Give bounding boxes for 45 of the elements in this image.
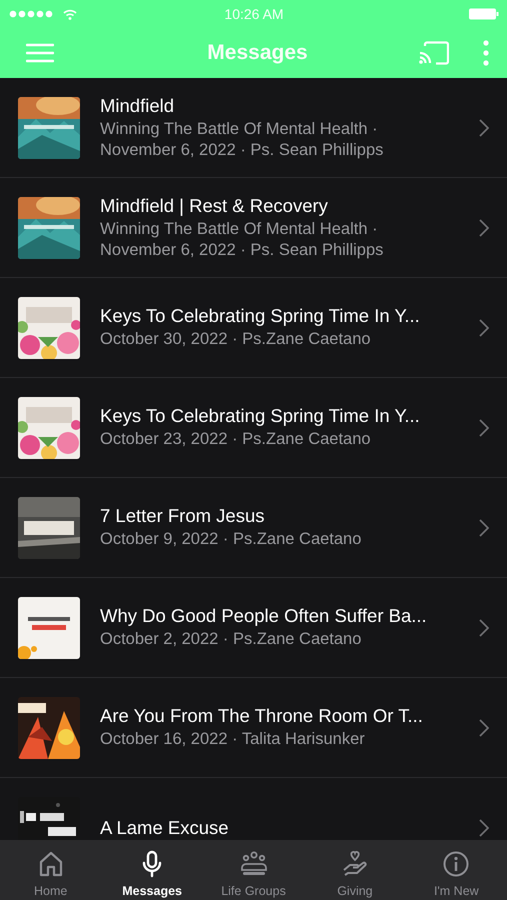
message-title: 7 Letter From Jesus <box>100 505 266 527</box>
chevron-icon <box>479 718 489 736</box>
tab-item[interactable]: I'm New <box>406 840 507 900</box>
message-row[interactable]: 7 Letter From Jesus October 9, 2022 · Ps.Zane Caetano <box>0 478 507 578</box>
hand-heart-icon <box>340 850 369 878</box>
chevron-icon <box>479 518 489 536</box>
message-title: Keys To Celebrating Spring Time In Y... <box>100 305 421 327</box>
chevron-icon <box>479 418 489 436</box>
tab-item[interactable]: Home <box>0 840 102 900</box>
message-row[interactable]: Mindfield | Rest & Recovery Winning The Battle Of Mental Health · November 6, 2022 · Ps. Sean Phillipps <box>0 178 507 278</box>
message-details: October 30, 2022 · Ps.Zane Caetano <box>100 329 372 350</box>
cast-icon <box>419 41 449 65</box>
status-time: 10:26 AM <box>224 6 284 22</box>
message-title: A Lame Excuse <box>100 816 230 838</box>
info-icon <box>442 850 470 878</box>
more-icon <box>483 40 489 66</box>
message-details: Winning The Battle Of Mental Health · November 6, 2022 · Ps. Sean Phillipps <box>100 218 384 260</box>
message-title: Mindfield <box>100 94 176 116</box>
tab-item[interactable]: Life Groups <box>202 840 304 900</box>
chevron-icon <box>479 818 489 836</box>
message-title: Are You From The Throne Room Or T... <box>100 705 424 727</box>
wifi-icon <box>63 8 77 20</box>
chevron-icon <box>479 618 489 636</box>
menu-icon <box>26 43 54 63</box>
message-title: Keys To Celebrating Spring Time In Y... <box>100 405 421 427</box>
message-row[interactable]: Keys To Celebrating Spring Time In Y... October 23, 2022 · Ps.Zane Caetano <box>0 378 507 478</box>
message-details: October 23, 2022 · Ps.Zane Caetano <box>100 429 372 450</box>
people-icon <box>240 850 268 878</box>
message-details: Winning The Battle Of Mental Health · November 6, 2022 · Ps. Sean Phillipps <box>100 118 384 160</box>
message-details: October 9, 2022 · Ps.Zane Caetano <box>100 529 362 550</box>
chevron-icon <box>479 318 489 336</box>
message-row[interactable]: Are You From The Throne Room Or T... October 16, 2022 · Talita Harisunker <box>0 678 507 778</box>
chevron-icon <box>479 218 489 236</box>
tab-item[interactable]: Giving <box>304 840 406 900</box>
tab-item[interactable]: Messages <box>101 840 203 900</box>
message-row[interactable]: Why Do Good People Often Suffer Ba... October 2, 2022 · Ps.Zane Caetano <box>0 578 507 678</box>
message-title: Mindfield | Rest & Recovery <box>100 194 329 216</box>
message-row[interactable]: Keys To Celebrating Spring Time In Y... October 30, 2022 · Ps.Zane Caetano <box>0 278 507 378</box>
message-details: October 2, 2022 · Ps.Zane Caetano <box>100 629 362 650</box>
battery-icon <box>469 8 499 20</box>
chevron-icon <box>479 118 489 136</box>
message-details: October 16, 2022 · Talita Harisunker <box>100 729 366 750</box>
screen-title: Messages <box>207 41 308 65</box>
message-title: Why Do Good People Often Suffer Ba... <box>100 605 428 627</box>
message-row[interactable]: Mindfield Winning The Battle Of Mental Health · November 6, 2022 · Ps. Sean Phillipps <box>0 78 507 178</box>
